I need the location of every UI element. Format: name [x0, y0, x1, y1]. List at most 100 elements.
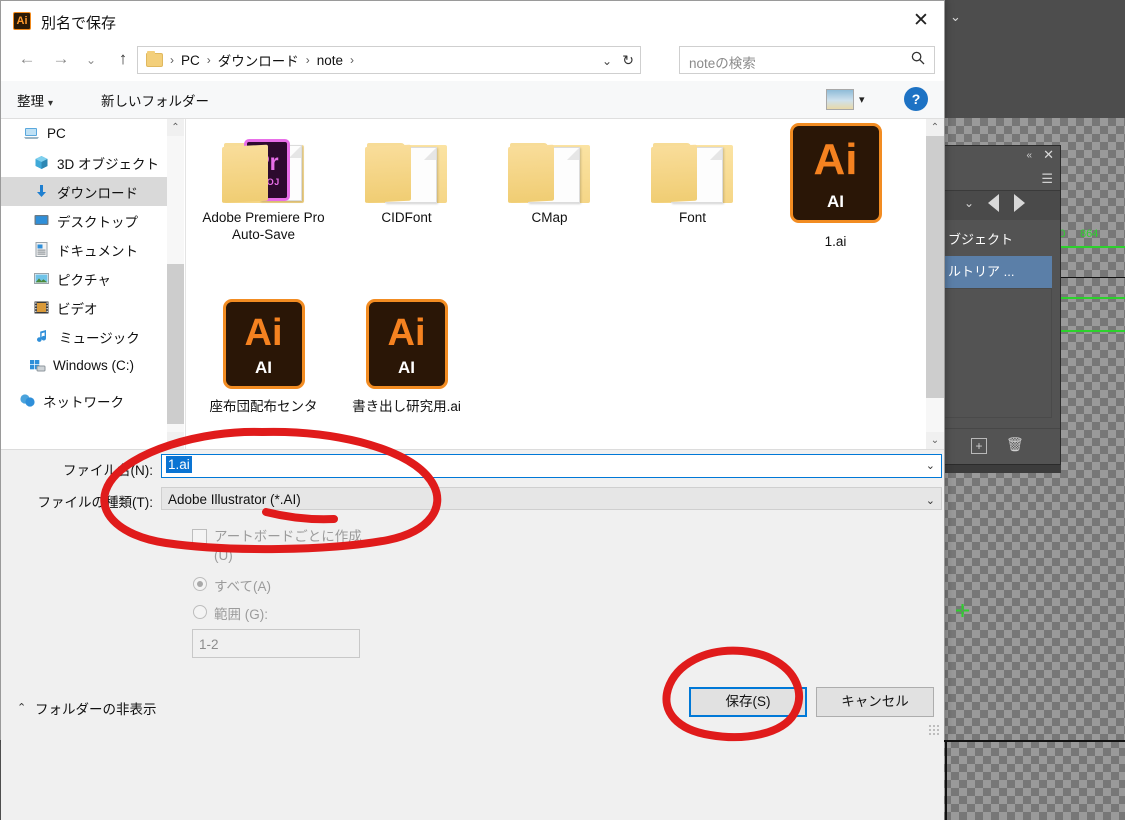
collapse-icon[interactable]: « [1026, 150, 1032, 161]
list-item-label: 1.ai [824, 234, 847, 249]
sidebar-item-music[interactable]: ミュージック [1, 322, 167, 351]
sidebar-item-pc[interactable]: PC [1, 119, 167, 148]
list-item[interactable]: CMap [478, 131, 621, 226]
illustrator-floating-panel[interactable]: « ✕ ☰ ⌄ ブジェクト ルトリア ... + 🗑 [943, 145, 1061, 465]
command-bar: 整理 ▾ 新しいフォルダー ▾ ? [1, 81, 944, 119]
sidebar-item-desktop[interactable]: デスクトップ [1, 206, 167, 235]
breadcrumb-item-note[interactable]: note [315, 53, 345, 68]
radio-all[interactable] [193, 577, 207, 591]
hamburger-menu-icon[interactable]: ☰ [1041, 172, 1053, 185]
new-folder-button[interactable]: 新しいフォルダー [101, 90, 209, 110]
cube-icon [33, 154, 50, 171]
save-button[interactable]: 保存(S) [689, 687, 807, 717]
refresh-icon[interactable]: ↻ [622, 52, 634, 69]
chevron-down-icon[interactable]: ⌄ [926, 459, 935, 472]
panel-list-item-selected[interactable]: ルトリア ... [944, 256, 1052, 288]
panel-footer: + 🗑 [944, 428, 1060, 464]
close-icon[interactable]: ✕ [1043, 147, 1054, 163]
chevron-down-icon[interactable]: ⌄ [926, 492, 935, 511]
breadcrumb-item-pc[interactable]: PC [179, 53, 202, 68]
list-item[interactable]: CIDFont [335, 131, 478, 226]
canvas-edge-line [943, 740, 1125, 742]
filename-input[interactable]: 1.ai ⌄ [161, 454, 942, 478]
forward-icon[interactable]: → [49, 49, 73, 69]
list-item[interactable]: Ai AI 書き出し研究用.ai [335, 299, 478, 415]
recent-locations-icon[interactable]: ⌄ [81, 53, 101, 67]
chevron-down-icon[interactable]: ⌄ [950, 10, 961, 23]
sidebar-item-label: ミュージック [59, 330, 140, 346]
breadcrumb[interactable]: › PC › ダウンロード › note › ⌄ ↻ [137, 46, 641, 74]
dialog-title: 別名で保存 [41, 15, 117, 32]
close-icon[interactable]: ✕ [898, 1, 944, 41]
ai-file-icon: Ai AI [222, 299, 305, 389]
search-input[interactable]: noteの検索 [679, 46, 935, 74]
scroll-down-icon[interactable]: ⌄ [167, 432, 184, 449]
resize-grip[interactable] [928, 724, 940, 736]
picture-icon [33, 270, 50, 287]
sidebar-item-3d-objects[interactable]: 3D オブジェクト [1, 148, 167, 177]
file-list-scrollbar[interactable]: ⌃ ⌄ [926, 119, 944, 449]
filetype-select[interactable]: Adobe Illustrator (*.AI) ⌄ [161, 487, 942, 510]
folder-icon [649, 131, 737, 205]
search-placeholder: noteの検索 [689, 56, 756, 71]
ai-icon-label: Ai [387, 312, 426, 354]
list-item-label: Adobe Premiere Pro Auto-Save [202, 210, 325, 242]
artboard-checkbox-label: アートボードごとに作成 (U) [214, 529, 362, 563]
sidebar-item-label: ピクチャ [57, 272, 111, 288]
panel-bottom-edge [943, 465, 1061, 473]
drive-icon [29, 357, 46, 374]
previous-arrow-icon[interactable] [988, 194, 999, 212]
chevron-down-icon[interactable]: ⌄ [602, 54, 612, 68]
chevron-down-icon[interactable]: ⌄ [964, 196, 974, 210]
radio-range[interactable] [193, 605, 207, 619]
sidebar-item-label: 3D オブジェクト [57, 156, 160, 172]
sidebar-item-pictures[interactable]: ピクチャ [1, 264, 167, 293]
filetype-value: Adobe Illustrator (*.AI) [168, 492, 301, 507]
range-input[interactable]: 1-2 [192, 629, 360, 658]
chevron-up-icon[interactable]: ⌃ [17, 701, 26, 714]
filetype-label: ファイルの種類(T): [37, 495, 154, 510]
trash-icon[interactable]: 🗑 [1006, 436, 1024, 453]
tree-scroll-thumb[interactable] [167, 264, 184, 424]
sidebar-item-documents[interactable]: ドキュメント [1, 235, 167, 264]
organize-button[interactable]: 整理 ▾ [17, 90, 53, 110]
back-icon[interactable]: ← [15, 49, 39, 69]
panel-subbar [944, 190, 1060, 220]
chevron-down-icon[interactable]: ▾ [859, 93, 865, 106]
list-item[interactable]: Ai AI 座布団配布センタ [192, 299, 335, 415]
search-icon[interactable] [911, 51, 925, 69]
panel-body [944, 288, 1052, 418]
pc-icon [23, 125, 40, 142]
sidebar-item-videos[interactable]: ビデオ [1, 293, 167, 322]
list-item-label: CIDFont [381, 210, 432, 225]
navigation-tree[interactable]: PC 3D オブジェクト ダウンロード デスクトップ ドキュメント ピクチャ ビ… [1, 119, 167, 449]
list-item[interactable]: Ai AI 1.ai [764, 123, 907, 250]
file-scroll-thumb[interactable] [926, 136, 944, 398]
save-as-dialog: Ai 別名で保存 ✕ ← → ⌄ ↑ › PC › ダウンロード › note … [0, 0, 945, 820]
sidebar-item-label: ネットワーク [43, 394, 124, 410]
breadcrumb-item-downloads[interactable]: ダウンロード [216, 50, 301, 70]
list-item[interactable]: Font [621, 131, 764, 226]
artboard-checkbox[interactable] [192, 529, 207, 544]
sidebar-item-label: ドキュメント [57, 243, 138, 259]
scroll-down-icon[interactable]: ⌄ [926, 432, 944, 449]
file-list[interactable]: Pr PROJ Adobe Premiere Pro Auto-Save CID… [185, 119, 926, 449]
sidebar-item-network[interactable]: ネットワーク [1, 386, 167, 415]
panel-list-item[interactable]: ブジェクト [944, 224, 1052, 256]
hide-folders-button[interactable]: フォルダーの非表示 [35, 698, 157, 718]
folder-icon [506, 131, 594, 205]
add-icon[interactable]: + [971, 438, 987, 454]
sidebar-item-windows-c[interactable]: Windows (C:) [1, 351, 167, 380]
help-button[interactable]: ? [904, 87, 928, 111]
scroll-up-icon[interactable]: ⌃ [926, 119, 944, 136]
scroll-up-icon[interactable]: ⌃ [167, 119, 184, 136]
cancel-button[interactable]: キャンセル [816, 687, 934, 717]
up-icon[interactable]: ↑ [111, 49, 135, 69]
sidebar-item-downloads[interactable]: ダウンロード [1, 177, 167, 206]
change-view-button[interactable] [826, 89, 854, 110]
music-icon [35, 328, 52, 345]
tree-scrollbar[interactable]: ⌃ ⌄ [167, 119, 184, 449]
list-item[interactable]: Pr PROJ Adobe Premiere Pro Auto-Save [192, 131, 335, 243]
next-arrow-icon[interactable] [1014, 194, 1025, 212]
filename-value: 1.ai [166, 456, 192, 473]
